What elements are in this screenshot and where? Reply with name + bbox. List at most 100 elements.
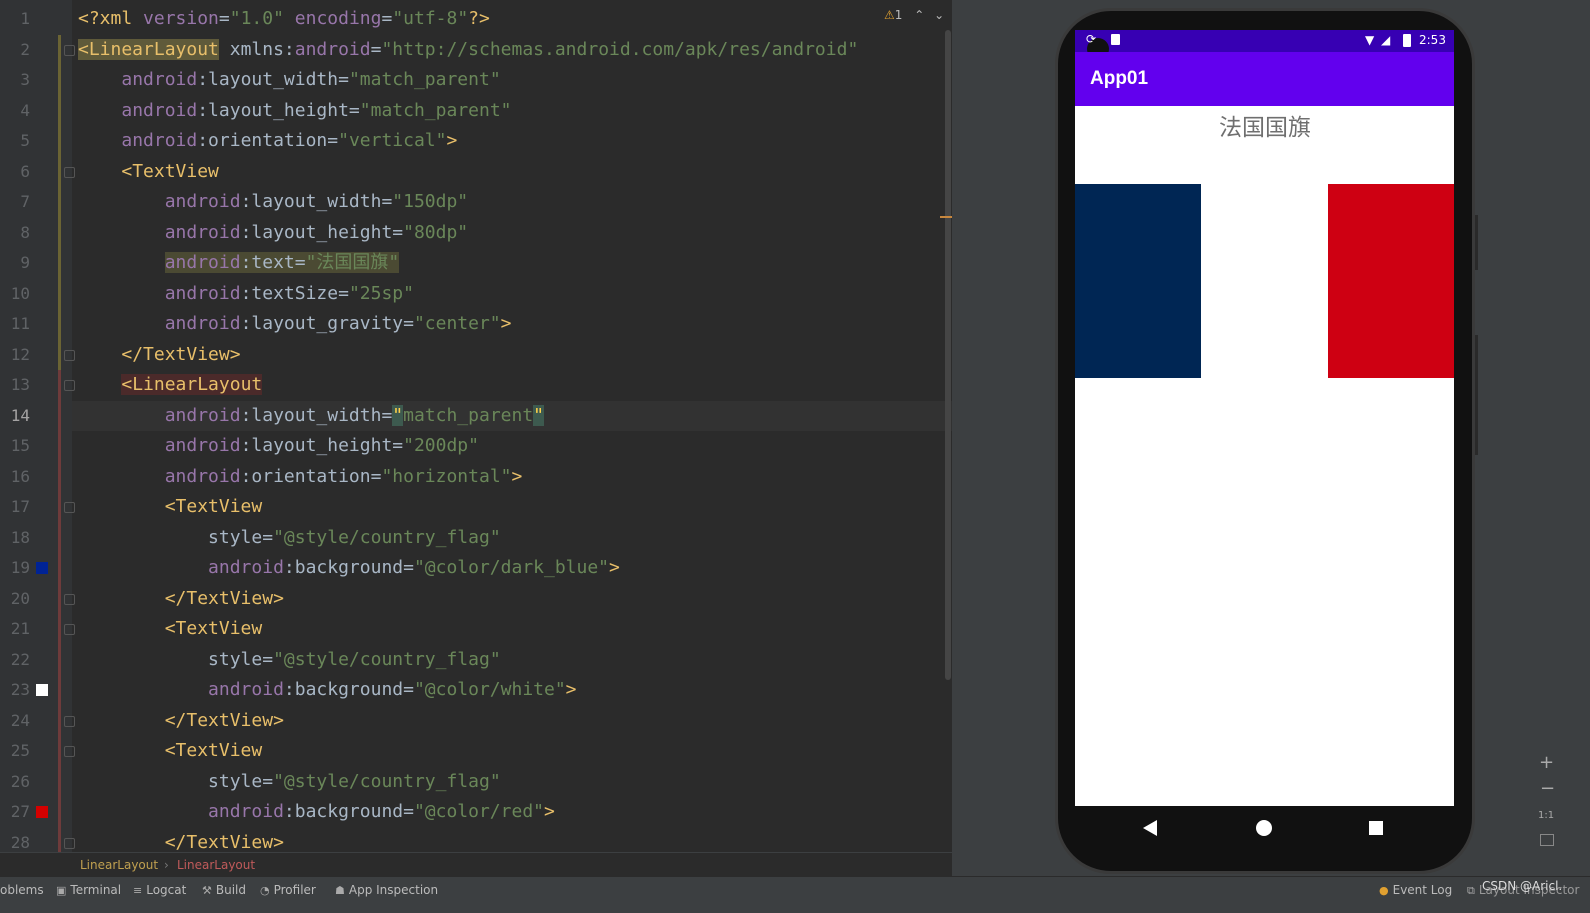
line-number: 9 <box>20 253 30 272</box>
back-icon[interactable] <box>1143 820 1157 836</box>
warning-count: 1 <box>894 8 903 22</box>
code-line[interactable]: <?xml version="1.0" encoding="utf-8"?> <box>78 4 490 34</box>
code-line[interactable]: android:layout_width="150dp" <box>78 187 468 217</box>
code-token: </TextView> <box>121 343 241 365</box>
code-token: <LinearLayout <box>121 374 263 395</box>
code-token: android <box>208 801 284 822</box>
code-token: android <box>164 221 241 243</box>
vcs-change-marker-red <box>58 370 61 852</box>
tool-tab-app-inspection[interactable]: ☗ App Inspection <box>335 877 438 904</box>
color-swatch-icon[interactable] <box>36 562 48 574</box>
code-token: "horizontal" <box>381 465 512 487</box>
code-token: android <box>164 191 241 212</box>
tool-tab-problems[interactable]: oblems <box>0 877 44 903</box>
code-line[interactable]: style="@style/country_flag" <box>78 645 501 675</box>
code-line[interactable]: android:background="@color/red"> <box>78 797 555 827</box>
code-line[interactable]: style="@style/country_flag" <box>78 523 501 553</box>
zoom-out-icon[interactable]: − <box>1540 778 1555 799</box>
zoom-fit-icon[interactable] <box>1540 834 1554 846</box>
code-token: :background= <box>283 557 414 578</box>
line-number: 12 <box>10 344 30 364</box>
code-editor[interactable]: 1 2 3 4 5 6 7 8 9 10 11 12 13 14 15 16 17 18 19 20 21 22 23 24 2… <box>0 0 952 852</box>
tool-tab-logcat[interactable]: ≡ Logcat <box>133 877 186 904</box>
warning-stripe-marker[interactable] <box>940 216 952 218</box>
tool-tab-label: App Inspection <box>348 883 439 897</box>
tool-tab-build[interactable]: ⚒ Build <box>202 877 246 904</box>
code-line[interactable]: <LinearLayout xmlns:android="http://sche… <box>78 35 858 65</box>
inspection-widget[interactable]: ⚠1 ⌃ ⌄ <box>884 8 944 22</box>
phone-screen[interactable]: ⟳ ▼ ◢ 2:53 App01 法国国旗 <box>1075 30 1454 806</box>
code-token: xmlns: <box>218 38 295 60</box>
code-line[interactable]: <TextView <box>78 736 263 766</box>
code-line[interactable]: style="@style/country_flag" <box>78 767 501 797</box>
warning-icon: ⚠ <box>884 8 895 22</box>
fold-toggle-icon[interactable] <box>64 715 75 727</box>
code-token: "法国国旗" <box>305 252 400 273</box>
code-line[interactable]: android:background="@color/white"> <box>78 675 576 705</box>
code-line[interactable]: android:layout_height="80dp" <box>78 218 468 248</box>
code-token: android <box>164 435 241 456</box>
code-line[interactable]: android:background="@color/dark_blue"> <box>78 553 620 583</box>
code-line[interactable]: android:textSize="25sp" <box>78 279 414 309</box>
code-line[interactable]: </TextView> <box>78 584 284 614</box>
previous-highlight-icon[interactable]: ⌃ <box>914 8 924 22</box>
code-line[interactable]: android:layout_gravity="center"> <box>78 309 512 339</box>
tool-tab-label: oblems <box>0 883 44 897</box>
fold-toggle-icon[interactable] <box>64 166 75 178</box>
code-line[interactable]: <TextView <box>78 157 219 187</box>
flag-stripe-blue <box>1075 184 1201 378</box>
recents-icon[interactable] <box>1369 821 1383 835</box>
code-line[interactable]: android:orientation="vertical"> <box>78 126 457 156</box>
home-icon[interactable] <box>1256 820 1272 836</box>
code-line[interactable]: <TextView <box>78 614 263 644</box>
fold-toggle-icon[interactable] <box>64 593 75 605</box>
breadcrumb-separator: › <box>164 858 169 872</box>
line-number: 22 <box>10 649 30 669</box>
code-line[interactable]: </TextView> <box>78 828 284 853</box>
code-line[interactable]: android:text="法国国旗" <box>78 248 400 278</box>
line-number: 5 <box>20 131 30 150</box>
code-line[interactable]: <LinearLayout <box>78 370 263 400</box>
fold-toggle-icon[interactable] <box>64 624 75 635</box>
code-line[interactable]: android:layout_height="match_parent" <box>78 96 511 126</box>
breadcrumb-item-inner-linearlayout[interactable]: LinearLayout <box>177 853 255 877</box>
next-highlight-icon[interactable]: ⌄ <box>934 8 944 22</box>
tool-tab-event-log[interactable]: ● Event Log <box>1379 877 1452 904</box>
code-token: > <box>609 557 620 578</box>
fold-toggle-icon[interactable] <box>64 746 75 757</box>
tool-tab-profiler[interactable]: ◔ Profiler <box>260 877 316 904</box>
code-token: "@style/country_flag" <box>273 770 501 792</box>
tool-tab-terminal[interactable]: ▣ Terminal <box>56 877 121 904</box>
code-token: :layout_height= <box>240 435 404 456</box>
breadcrumb-item-outer-linearlayout[interactable]: LinearLayout <box>80 853 158 877</box>
fold-toggle-icon[interactable] <box>64 380 75 391</box>
color-swatch-icon[interactable] <box>36 684 48 696</box>
layout-inspector-icon: ⧉ <box>1467 884 1475 897</box>
code-line[interactable]: <TextView <box>78 492 263 522</box>
code-line[interactable]: android:layout_width="match_parent" <box>78 65 500 95</box>
zoom-actual-size-button[interactable]: 1:1 <box>1538 810 1554 821</box>
code-line[interactable]: android:layout_width="match_parent" <box>78 401 545 431</box>
fold-toggle-icon[interactable] <box>64 349 75 361</box>
color-swatch-icon[interactable] <box>36 806 48 818</box>
code-line[interactable]: </TextView> <box>78 706 284 736</box>
zoom-in-icon[interactable]: + <box>1539 752 1554 773</box>
code-line[interactable]: android:orientation="horizontal"> <box>78 462 523 492</box>
editor-scrollbar[interactable] <box>945 30 951 680</box>
fold-toggle-icon[interactable] <box>64 502 75 513</box>
code-token: > <box>511 465 523 487</box>
code-token: version <box>143 8 219 29</box>
code-line[interactable]: android:layout_height="200dp" <box>78 431 479 461</box>
line-number: 28 <box>10 832 30 852</box>
fold-toggle-icon[interactable] <box>64 837 75 849</box>
fold-toggle-icon[interactable] <box>64 44 75 56</box>
code-line[interactable]: </TextView> <box>78 340 241 370</box>
